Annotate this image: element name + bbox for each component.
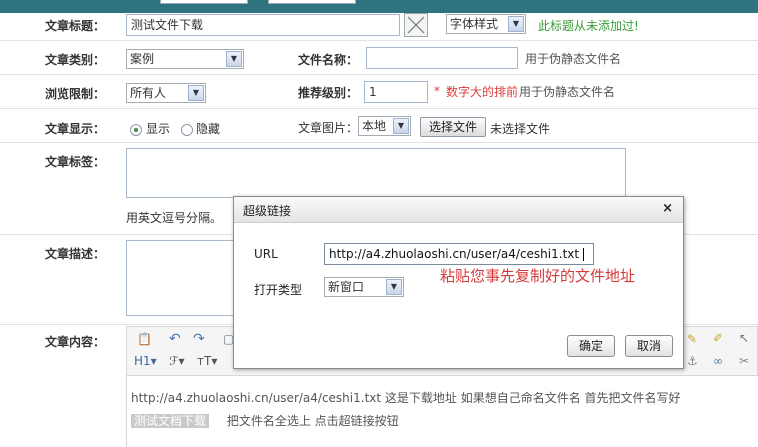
highlight-icon[interactable]: ✎ [687, 332, 697, 346]
editor-line-2-text: 把文件名全选上 点击超链接按钮 [226, 414, 399, 428]
ok-button[interactable]: 确定 [567, 335, 615, 357]
heading-tool-label: H1 [134, 354, 151, 368]
level-label: 推荐级别： [298, 86, 359, 100]
filename-input[interactable] [366, 47, 518, 69]
url-label: URL [254, 247, 278, 261]
display-hide-label: 隐藏 [196, 122, 221, 136]
chevron-down-icon: ▼ [393, 118, 409, 134]
font-size-icon[interactable]: тT▾ [197, 354, 217, 368]
level-required-star: * [434, 84, 440, 98]
content-label: 文章内容： [45, 335, 106, 349]
display-hide-radio[interactable] [181, 124, 193, 136]
no-file-text: 未选择文件 [490, 122, 551, 136]
level-input[interactable]: 1 [364, 81, 428, 103]
desc-label: 文章描述： [45, 247, 106, 261]
tags-label: 文章标签： [45, 155, 106, 169]
selected-text: 测试文档下载 [131, 414, 210, 428]
font-style-select[interactable]: 字体样式 ▼ [446, 14, 526, 34]
level-hint-red: 数字大的排前 [446, 85, 519, 99]
tags-textarea[interactable] [126, 148, 626, 198]
browse-value: 所有人 [130, 86, 167, 100]
font-style-value: 字体样式 [450, 17, 499, 31]
font-tool-label: ℱ [169, 354, 179, 368]
row-divider [0, 40, 758, 41]
anchor-icon[interactable]: ⚓ [687, 354, 698, 368]
top-tab-1[interactable] [160, 0, 248, 4]
top-tab-2[interactable] [268, 0, 356, 4]
open-type-value: 新窗口 [328, 280, 365, 294]
edit-icon[interactable]: ✐ [713, 331, 723, 345]
display-label: 文章显示： [45, 122, 106, 136]
tags-hint: 用英文逗号分隔。 [126, 211, 223, 225]
filename-label: 文件名称： [298, 53, 359, 67]
category-label: 文章类别： [45, 53, 106, 67]
redo-icon[interactable]: ↷ [193, 331, 205, 347]
chevron-down-icon: ▼ [508, 16, 524, 32]
chevron-down-icon: ▼ [188, 85, 204, 101]
image-label: 文章图片： [298, 121, 359, 135]
row-divider [0, 142, 758, 143]
choose-file-button[interactable]: 选择文件 [420, 117, 486, 137]
url-value: http://a4.zhuolaoshi.cn/user/a4/ceshi1.t… [329, 247, 580, 261]
top-bar [0, 0, 758, 13]
size-tool-label: тT [197, 354, 212, 368]
editor-body[interactable]: http://a4.zhuolaoshi.cn/user/a4/ceshi1.t… [126, 376, 758, 447]
text-cursor [583, 248, 585, 261]
chevron-down-icon: ▼ [386, 279, 402, 295]
editor-line-1: http://a4.zhuolaoshi.cn/user/a4/ceshi1.t… [131, 391, 681, 405]
unlink-icon[interactable]: ✂ [739, 354, 749, 368]
close-icon[interactable]: × [662, 201, 673, 216]
level-hint: 用于伪静态文件名 [519, 85, 616, 99]
browse-label: 浏览限制： [45, 87, 106, 101]
title-input[interactable]: 测试文件下载 [126, 14, 400, 36]
display-show-label: 显示 [146, 122, 171, 136]
url-input[interactable]: http://a4.zhuolaoshi.cn/user/a4/ceshi1.t… [324, 243, 594, 265]
undo-icon[interactable]: ↶ [169, 331, 181, 347]
dialog-titlebar[interactable]: 超级链接 × [234, 197, 683, 223]
title-label: 文章标题： [45, 19, 106, 33]
heading-icon[interactable]: H1▾ [134, 354, 157, 368]
row-divider [0, 108, 758, 109]
link-icon[interactable]: ∞ [713, 354, 723, 368]
chevron-down-icon: ▼ [226, 51, 242, 67]
category-value: 案例 [130, 52, 155, 66]
editor-line-2: 测试文档下载 把文件名全选上 点击超链接按钮 [131, 412, 399, 429]
color-picker-icon[interactable] [404, 13, 428, 37]
dialog-title: 超级链接 [243, 204, 292, 218]
row-divider [0, 74, 758, 75]
display-show-radio[interactable] [130, 124, 142, 136]
paste-annotation: 粘贴您事先复制好的文件地址 [440, 267, 636, 285]
image-source-select[interactable]: 本地 ▼ [358, 116, 411, 136]
category-select[interactable]: 案例 ▼ [126, 49, 244, 69]
browse-select[interactable]: 所有人 ▼ [126, 83, 206, 103]
hyperlink-dialog: 超级链接 × URL http://a4.zhuolaoshi.cn/user/… [233, 196, 684, 369]
open-type-label: 打开类型 [254, 283, 303, 297]
filename-hint: 用于伪静态文件名 [525, 52, 622, 66]
image-source-value: 本地 [362, 119, 387, 133]
cancel-button[interactable]: 取消 [625, 335, 673, 357]
open-type-select[interactable]: 新窗口 ▼ [324, 277, 404, 297]
paste-icon[interactable]: 📋 [137, 332, 152, 346]
font-family-icon[interactable]: ℱ▾ [169, 354, 184, 368]
title-hint: 此标题从未添加过! [538, 19, 639, 33]
pointer-icon[interactable]: ↖ [739, 331, 749, 345]
